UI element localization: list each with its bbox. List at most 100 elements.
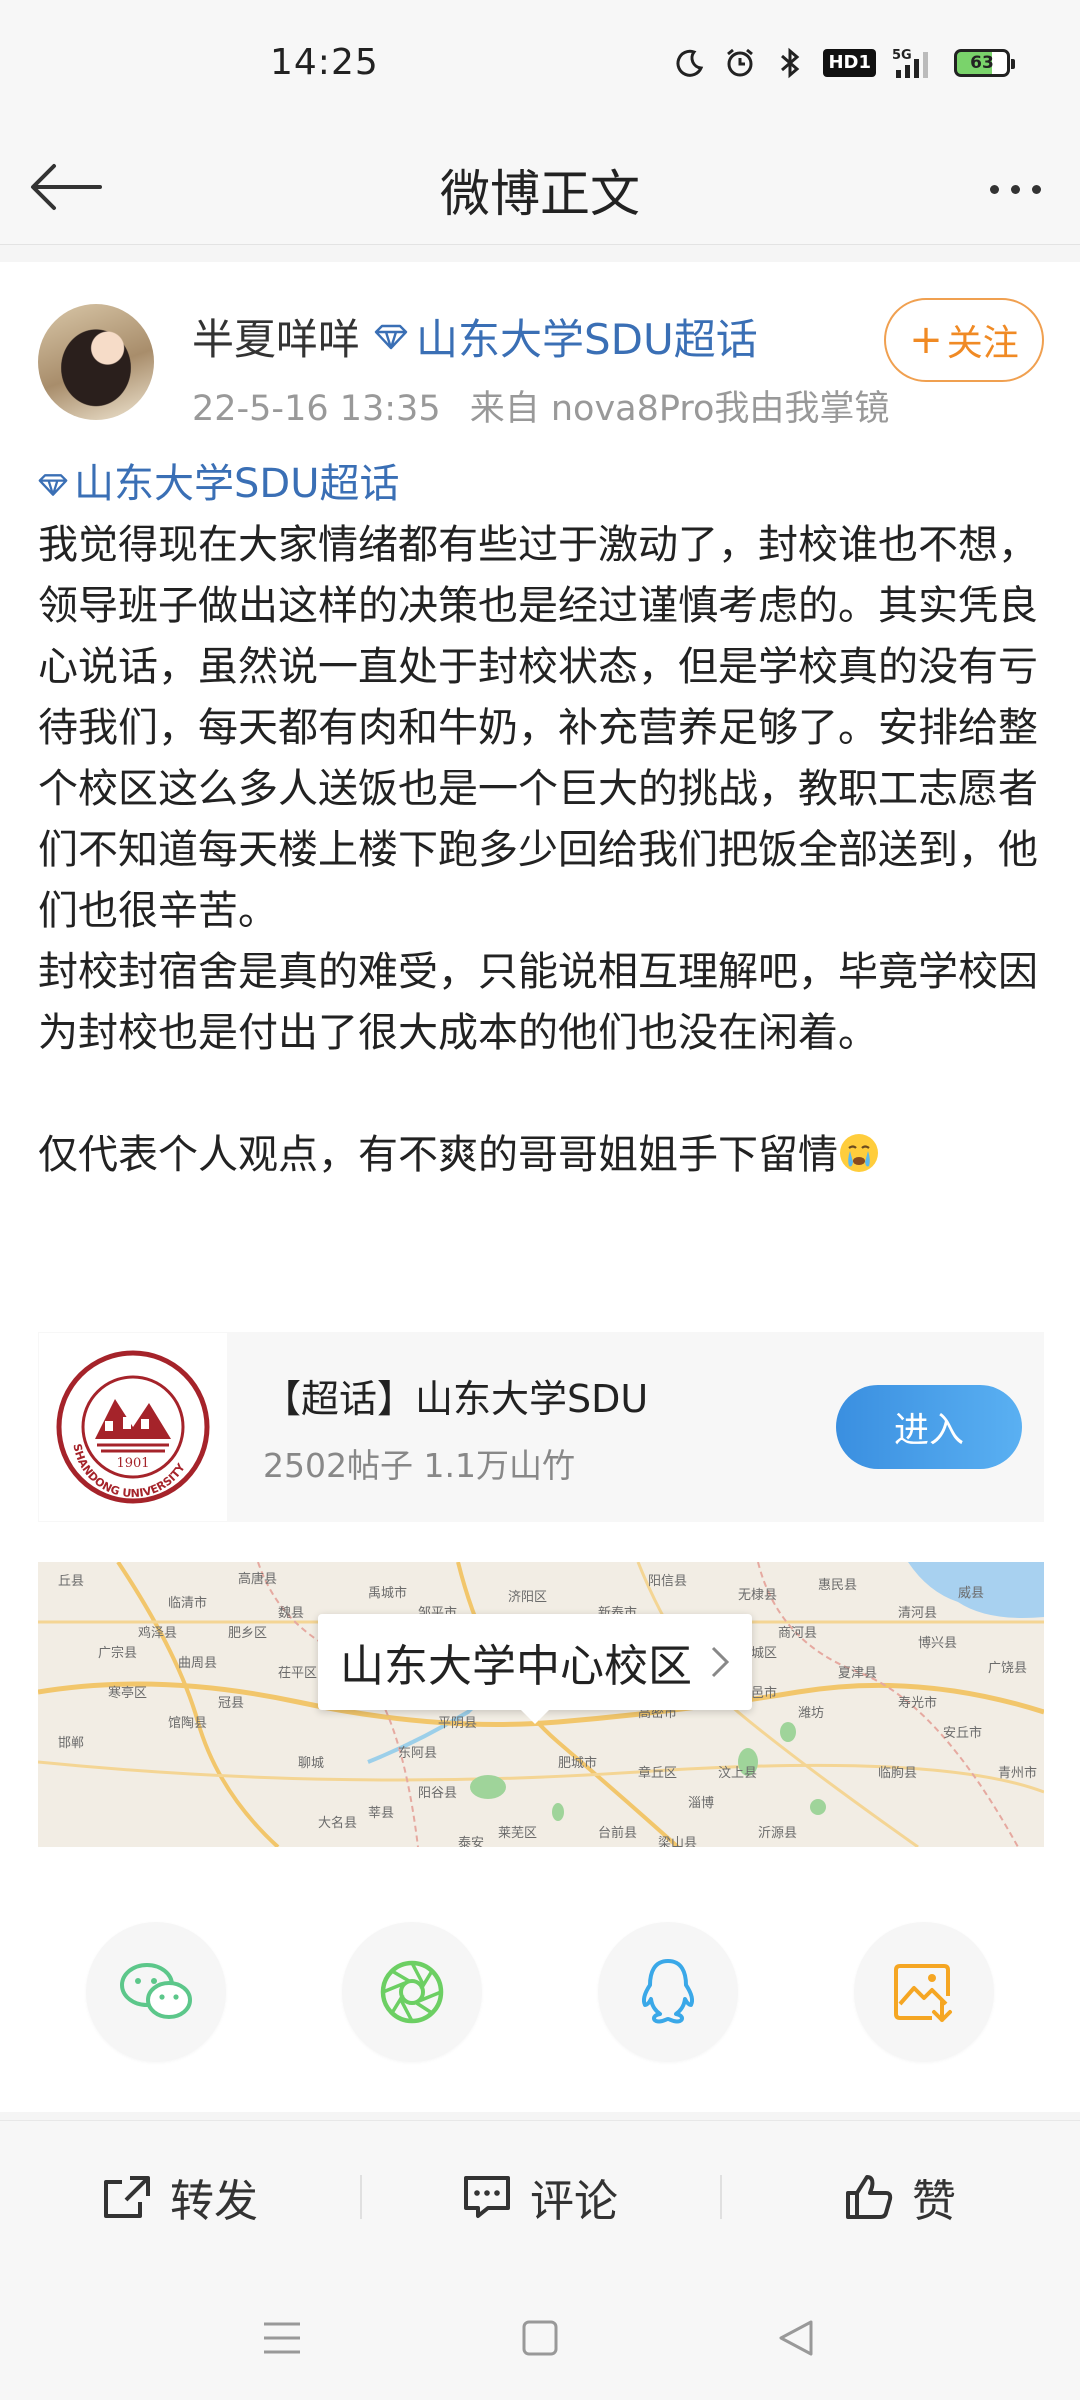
comment-icon — [464, 2175, 510, 2218]
enter-button[interactable]: 进入 — [836, 1385, 1022, 1469]
share-wechat-button[interactable] — [86, 1922, 226, 2062]
supertopic-card[interactable]: 1901 SHANDONG UNIVERSITY 【超话】山东大学SDU 250… — [38, 1332, 1044, 1522]
page-title: 微博正文 — [440, 165, 640, 223]
wechat-icon — [120, 1963, 192, 2019]
more-dot — [1010, 184, 1020, 194]
post-paragraph — [38, 1064, 1048, 1125]
post-card: 半夏咩咩 山东大学SDU超话 22-5-16 13:35 来自 nova8Pro… — [0, 262, 1080, 2112]
share-row — [0, 1922, 1080, 2072]
thumbs-up-icon — [846, 2174, 893, 2219]
battery-icon: 63 — [954, 49, 1015, 77]
comment-button[interactable]: 评论 — [360, 2121, 720, 2272]
post-timestamp: 22-5-16 13:35 — [192, 389, 441, 429]
map-place-label: 威县 — [958, 1586, 985, 1601]
more-button[interactable] — [970, 154, 1060, 224]
back-triangle-icon — [779, 2320, 813, 2356]
map-place-label: 阳谷县 — [418, 1786, 458, 1801]
university-logo: 1901 SHANDONG UNIVERSITY — [39, 1333, 227, 1521]
map-place-label: 阳信县 — [648, 1574, 688, 1589]
map-place-label: 寒亭区 — [108, 1686, 148, 1701]
card-title: 【超话】山东大学SDU — [263, 1376, 649, 1421]
map-place-label: 馆陶县 — [168, 1716, 208, 1731]
status-bar: 14:25 HD1 5G 63 — [0, 0, 1080, 130]
map-place-label: 魏县 — [278, 1606, 305, 1621]
map-place-label: 无棣县 — [738, 1588, 778, 1603]
avatar[interactable] — [38, 304, 154, 420]
map-place-label: 安丘市 — [943, 1726, 983, 1741]
comment-label: 评论 — [530, 2175, 618, 2227]
location-map[interactable]: 丘县 临清市 高唐县 禹城市 济阳区 阳信县 无棣县 惠民县 博兴县 广饶县 寿光市 潍坊 昌邑市 高密市… — [38, 1562, 1044, 1847]
status-time: 14:25 — [270, 42, 379, 83]
map-place-label: 潍坊 — [798, 1706, 825, 1721]
follow-button[interactable]: + 关注 — [884, 298, 1044, 382]
map-place-label: 肥城市 — [558, 1756, 598, 1771]
repost-icon — [104, 2175, 150, 2218]
map-place-label: 禹城市 — [368, 1586, 408, 1601]
map-place-label: 茌平区 — [278, 1666, 318, 1681]
map-place-label: 淄博 — [688, 1796, 715, 1811]
map-place-label: 广宗县 — [98, 1646, 138, 1661]
plus-icon: + — [909, 317, 943, 363]
map-place-label: 台前县 — [598, 1826, 638, 1841]
map-place-label: 广饶县 — [988, 1661, 1028, 1676]
card-stats: 2502帖子 1.1万山竹 — [263, 1445, 575, 1485]
crying-emoji-icon — [840, 1134, 878, 1172]
save-image-button[interactable] — [854, 1922, 994, 2062]
map-place-label: 平阴县 — [438, 1716, 478, 1731]
status-icons: HD1 5G 63 — [673, 46, 1015, 80]
topic-tag-label: 山东大学SDU超话 — [416, 315, 758, 364]
nav-bar: 微博正文 — [0, 130, 1080, 245]
map-place-label: 临清市 — [168, 1596, 208, 1611]
map-place-label: 寿光市 — [898, 1696, 938, 1711]
body-topic-link[interactable]: 山东大学SDU超话 — [38, 454, 1048, 515]
map-place-label: 夏津县 — [838, 1666, 878, 1681]
back-nav-button[interactable] — [766, 2308, 826, 2368]
location-name: 山东大学中心校区 — [340, 1641, 692, 1692]
post-body: 山东大学SDU超话 我觉得现在大家情绪都有些过于激动了，封校谁也不想，领导班子做… — [38, 454, 1048, 1186]
menu-icon — [264, 2322, 300, 2354]
map-place-label: 鸡泽县 — [138, 1626, 178, 1641]
chevron-right-icon — [711, 1646, 730, 1678]
post-paragraph-last: 仅代表个人观点，有不爽的哥哥姐姐手下留情 — [38, 1125, 1048, 1186]
home-button[interactable] — [510, 2308, 570, 2368]
map-place-label: 东阿县 — [398, 1746, 438, 1761]
more-dots-icon — [989, 184, 999, 194]
post-source: 来自 nova8Pro我由我掌镜 — [469, 389, 890, 429]
map-place-label: 章丘区 — [638, 1766, 678, 1781]
repost-button[interactable]: 转发 — [0, 2121, 360, 2272]
map-place-label: 大名县 — [318, 1816, 358, 1831]
diamond-icon — [374, 324, 408, 349]
location-label[interactable]: 山东大学中心校区 — [318, 1614, 752, 1724]
map-place-label: 莱芜区 — [498, 1826, 538, 1841]
author-name[interactable]: 半夏咩咩 — [192, 306, 360, 367]
like-button[interactable]: 赞 — [720, 2121, 1080, 2272]
qq-icon — [641, 1959, 695, 2024]
topic-tag[interactable]: 山东大学SDU超话 — [374, 306, 758, 367]
alarm-icon — [723, 46, 757, 80]
map-place-label: 聊城 — [298, 1756, 325, 1771]
share-moments-button[interactable] — [342, 1922, 482, 2062]
map-place-label: 济阳区 — [508, 1590, 548, 1605]
map-place-label: 青州市 — [998, 1766, 1038, 1781]
post-paragraph: 封校封宿舍是真的难受，只能说相互理解吧，毕竟学校因为封校也是付出了很大成本的他们… — [38, 949, 1038, 1056]
map-place-label: 高唐县 — [238, 1572, 278, 1587]
map-place-label: 邯郸 — [58, 1736, 85, 1751]
map-place-label: 曲周县 — [178, 1656, 218, 1671]
system-nav-bar — [0, 2272, 1080, 2400]
author-row: 半夏咩咩 山东大学SDU超话 — [192, 306, 758, 367]
signal-icon: 5G — [892, 46, 938, 80]
post-meta: 22-5-16 13:35 来自 nova8Pro我由我掌镜 — [192, 380, 889, 431]
more-dot — [1031, 184, 1041, 194]
map-place-label: 肥乡区 — [228, 1626, 268, 1641]
card-info: 【超话】山东大学SDU 2502帖子 1.1万山竹 — [263, 1368, 836, 1487]
battery-level: 63 — [970, 53, 994, 73]
map-place-label: 清河县 — [898, 1606, 938, 1621]
menu-button[interactable] — [252, 2308, 312, 2368]
share-qq-button[interactable] — [598, 1922, 738, 2062]
home-square-icon — [522, 2320, 558, 2356]
map-place-label: 临朐县 — [878, 1766, 918, 1781]
map-place-label: 丘县 — [58, 1574, 85, 1589]
logo-year: 1901 — [116, 1456, 149, 1471]
map-place-label: 商河县 — [778, 1626, 818, 1641]
map-place-label: 沂源县 — [758, 1826, 798, 1841]
